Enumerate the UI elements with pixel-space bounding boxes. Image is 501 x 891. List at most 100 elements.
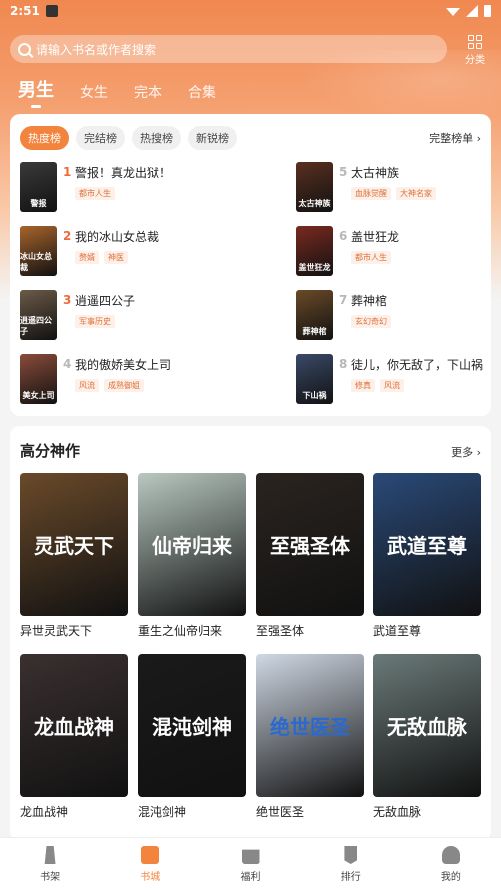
book-title: 我的冰山女总裁 xyxy=(75,230,160,244)
rank-number: 5 xyxy=(339,165,348,179)
book-cover: 仙帝归来 xyxy=(138,473,246,616)
nav-label: 书城 xyxy=(140,872,161,883)
rank-number: 1 xyxy=(63,165,72,179)
genre-tag: 都市人生 xyxy=(75,187,115,200)
rank-number: 8 xyxy=(339,357,348,371)
section-title: 高分神作 xyxy=(20,442,81,460)
tab-newcomer[interactable]: 新锐榜 xyxy=(188,126,237,150)
book-title: 警报！真龙出狱！ xyxy=(75,166,172,180)
profile-icon xyxy=(441,846,460,864)
genre-tag: 修真 xyxy=(351,379,375,392)
book-card[interactable]: 至强圣体 至强圣体 xyxy=(256,473,364,639)
book-card[interactable]: 仙帝归来 重生之仙帝归来 xyxy=(138,473,246,639)
search-icon xyxy=(18,42,31,56)
rank-number: 2 xyxy=(63,229,72,243)
ranking-item[interactable]: 逍遥四公子 3 逍遥四公子 军事历史 xyxy=(20,290,245,340)
tab-female[interactable]: 女生 xyxy=(80,82,108,108)
book-cover: 灵武天下 xyxy=(20,473,128,616)
book-cover: 下山祸 xyxy=(296,354,333,404)
book-card[interactable]: 灵武天下 异世灵武天下 xyxy=(20,473,128,639)
book-title: 徒儿，你无敌了，下山祸 xyxy=(351,358,484,372)
rank-number: 7 xyxy=(339,293,348,307)
book-card[interactable]: 龙血战神 龙血战神 xyxy=(20,654,128,820)
nav-label: 我的 xyxy=(440,872,461,883)
book-cover: 绝世医圣 xyxy=(256,654,364,797)
nav-profile[interactable]: 我的 xyxy=(401,838,501,891)
book-cover: 警报 xyxy=(20,162,57,212)
book-cover: 无敌血脉 xyxy=(373,654,481,797)
nav-label: 书架 xyxy=(40,872,61,883)
nav-welfare[interactable]: 福利 xyxy=(200,838,300,891)
tab-male[interactable]: 男生 xyxy=(18,76,54,108)
book-title: 绝世医圣 xyxy=(256,805,305,819)
high-score-card: 高分神作 更多 灵武天下 异世灵武天下 仙帝归来 重生之仙帝归来 至强圣体 至强… xyxy=(10,426,491,841)
book-cover: 盖世狂龙 xyxy=(296,226,333,276)
book-card[interactable]: 武道至尊 武道至尊 xyxy=(373,473,481,639)
more-link[interactable]: 更多 xyxy=(451,444,481,460)
bookstore-icon xyxy=(141,846,160,864)
category-label: 分类 xyxy=(465,55,485,66)
book-card[interactable]: 绝世医圣 绝世医圣 xyxy=(256,654,364,820)
ranking-item[interactable]: 下山祸 8 徒儿，你无敌了，下山祸 修真 风流 xyxy=(296,354,490,404)
status-bar: 2:51 xyxy=(0,0,501,22)
wifi-icon xyxy=(446,8,460,16)
nav-bookstore[interactable]: 书城 xyxy=(100,838,200,891)
genre-tag: 血脉觉醒 xyxy=(351,187,391,200)
ranking-item[interactable]: 美女上司 4 我的傲娇美女上司 风流 成熟御姐 xyxy=(20,354,245,404)
tab-collection[interactable]: 合集 xyxy=(188,82,216,108)
rank-number: 6 xyxy=(339,229,348,243)
ranking-icon xyxy=(344,846,358,864)
tab-finished[interactable]: 完结榜 xyxy=(76,126,125,150)
book-title: 我的傲娇美女上司 xyxy=(75,358,172,372)
book-card[interactable]: 无敌血脉 无敌血脉 xyxy=(373,654,481,820)
book-title: 异世灵武天下 xyxy=(20,624,93,638)
genre-tag: 成熟御姐 xyxy=(104,379,144,392)
rank-number: 3 xyxy=(63,293,72,307)
book-title: 至强圣体 xyxy=(256,624,305,638)
search-placeholder: 请输入书名或作者搜索 xyxy=(36,42,157,57)
genre-tag: 都市人生 xyxy=(351,251,391,264)
gender-tabs: 男生 女生 完本 合集 xyxy=(18,76,216,108)
nav-label: 排行 xyxy=(340,872,361,883)
tab-hot-search[interactable]: 热搜榜 xyxy=(132,126,181,150)
nav-ranking[interactable]: 排行 xyxy=(301,838,401,891)
tab-completed[interactable]: 完本 xyxy=(134,82,162,108)
book-cover: 武道至尊 xyxy=(373,473,481,616)
ranking-item[interactable]: 冰山女总裁 2 我的冰山女总裁 赘婿 神医 xyxy=(20,226,245,276)
bottom-nav: 书架 书城 福利 排行 我的 xyxy=(0,837,501,891)
full-ranking-link[interactable]: 完整榜单 xyxy=(429,130,481,146)
search-input[interactable]: 请输入书名或作者搜索 xyxy=(10,35,447,63)
ranking-card: 热度榜 完结榜 热搜榜 新锐榜 完整榜单 警报 1 警报！真龙出狱！ 都市人生 … xyxy=(10,114,491,416)
rank-number: 4 xyxy=(63,357,72,371)
book-title: 无敌血脉 xyxy=(373,805,422,819)
book-cover: 葬神棺 xyxy=(296,290,333,340)
category-button[interactable]: 分类 xyxy=(463,35,487,66)
ranking-tabs: 热度榜 完结榜 热搜榜 新锐榜 xyxy=(20,126,237,150)
ranking-item[interactable]: 太古神族 5 太古神族 血脉觉醒 大神名家 xyxy=(296,162,490,212)
genre-tag: 风流 xyxy=(380,379,404,392)
ranking-item[interactable]: 葬神棺 7 葬神棺 玄幻奇幻 xyxy=(296,290,490,340)
book-cover: 至强圣体 xyxy=(256,473,364,616)
book-title: 混沌剑神 xyxy=(138,805,187,819)
ranking-item[interactable]: 盖世狂龙 6 盖世狂龙 都市人生 xyxy=(296,226,490,276)
tab-popular[interactable]: 热度榜 xyxy=(20,126,69,150)
ranking-list: 警报 1 警报！真龙出狱！ 都市人生 冰山女总裁 2 我的冰山女总裁 赘婿 神医 … xyxy=(20,162,490,412)
genre-tag: 大神名家 xyxy=(396,187,436,200)
battery-icon xyxy=(484,5,491,17)
book-cover: 冰山女总裁 xyxy=(20,226,57,276)
book-cover: 美女上司 xyxy=(20,354,57,404)
book-title: 龙血战神 xyxy=(20,805,69,819)
book-title: 葬神棺 xyxy=(351,294,388,308)
bookshelf-icon xyxy=(44,846,56,864)
genre-tag: 军事历史 xyxy=(75,315,115,328)
nav-bookshelf[interactable]: 书架 xyxy=(0,838,100,891)
signal-icon xyxy=(466,5,478,17)
book-title: 盖世狂龙 xyxy=(351,230,400,244)
book-cover: 混沌剑神 xyxy=(138,654,246,797)
ranking-item[interactable]: 警报 1 警报！真龙出狱！ 都市人生 xyxy=(20,162,245,212)
book-cover: 龙血战神 xyxy=(20,654,128,797)
genre-tag: 玄幻奇幻 xyxy=(351,315,391,328)
genre-tag: 神医 xyxy=(104,251,128,264)
book-card[interactable]: 混沌剑神 混沌剑神 xyxy=(138,654,246,820)
grid-icon xyxy=(468,35,482,49)
